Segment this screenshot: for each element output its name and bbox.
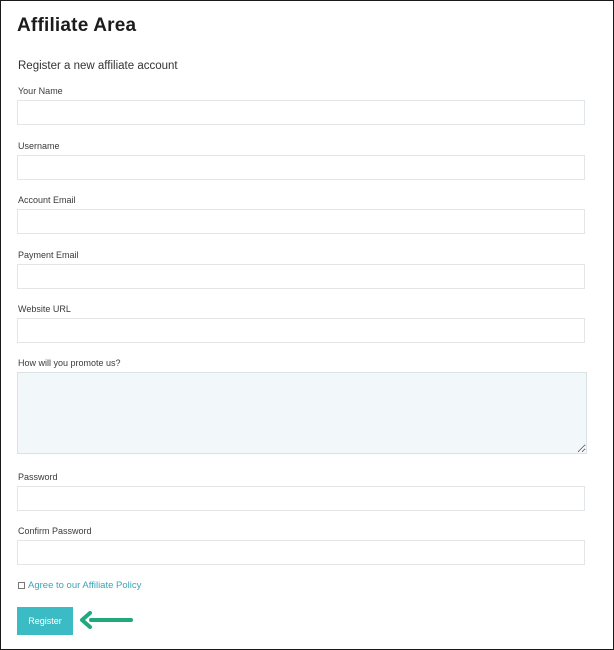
password-label: Password [18, 472, 58, 482]
username-input[interactable] [17, 155, 585, 180]
confirm-password-label: Confirm Password [18, 526, 92, 536]
your-name-input[interactable] [17, 100, 585, 125]
register-button[interactable]: Register [17, 607, 73, 635]
left-arrow-icon [80, 611, 133, 629]
account-email-input[interactable] [17, 209, 585, 234]
affiliate-policy-link[interactable]: Agree to our Affiliate Policy [28, 580, 141, 591]
promotion-method-textarea[interactable] [17, 372, 587, 454]
promotion-method-label: How will you promote us? [18, 358, 121, 368]
account-email-label: Account Email [18, 195, 76, 205]
payment-email-input[interactable] [17, 264, 585, 289]
form-subtitle: Register a new affiliate account [18, 60, 178, 72]
page-title: Affiliate Area [17, 15, 137, 36]
terms-checkbox[interactable] [18, 582, 25, 589]
website-url-label: Website URL [18, 304, 71, 314]
terms-agreement: Agree to our Affiliate Policy [18, 580, 141, 591]
confirm-password-input[interactable] [17, 540, 585, 565]
password-input[interactable] [17, 486, 585, 511]
payment-email-label: Payment Email [18, 250, 79, 260]
website-url-input[interactable] [17, 318, 585, 343]
your-name-label: Your Name [18, 86, 63, 96]
affiliate-area-panel: Affiliate Area Register a new affiliate … [0, 0, 614, 650]
username-label: Username [18, 141, 60, 151]
